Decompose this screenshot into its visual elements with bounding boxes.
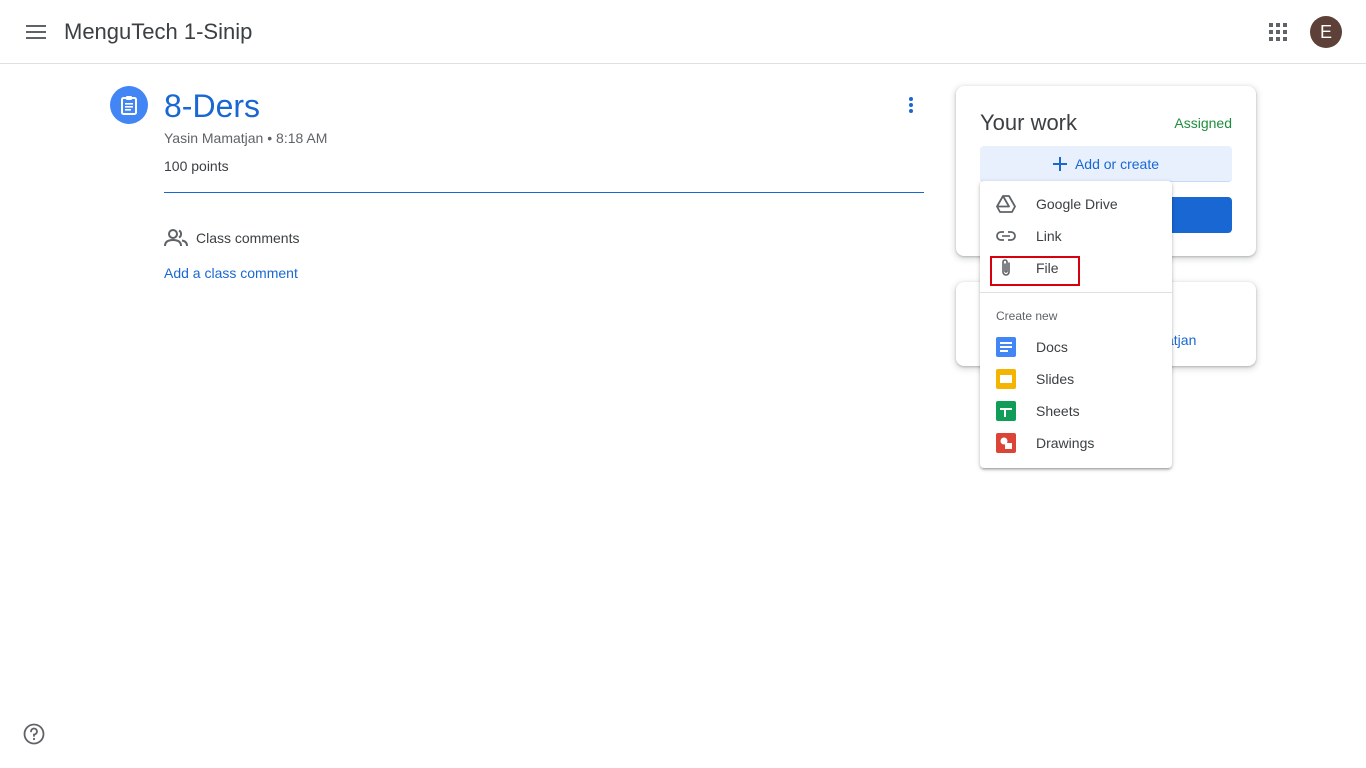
add-or-create-button[interactable]: Add or create <box>980 146 1232 182</box>
add-or-create-label: Add or create <box>1074 155 1160 172</box>
menu-item-label: Link <box>1036 228 1062 244</box>
google-drive-icon <box>996 194 1016 214</box>
add-or-create-menu: Google Drive Link File Create new Docs S… <box>980 181 1172 468</box>
link-icon <box>996 226 1016 246</box>
header-divider <box>164 192 924 193</box>
menu-item-sheets[interactable]: Sheets <box>980 395 1172 427</box>
your-work-title: Your work <box>980 110 1078 135</box>
more-options-button[interactable] <box>896 90 926 120</box>
author-name: Yasin Mamatjan <box>164 130 264 146</box>
plus-icon <box>1052 156 1067 171</box>
menu-item-label: Drawings <box>1036 435 1095 451</box>
class-comments-header: Class comments <box>164 228 299 248</box>
paperclip-icon <box>996 258 1016 278</box>
menu-item-label: Slides <box>1036 371 1075 387</box>
menu-item-link[interactable]: Link <box>980 220 1172 252</box>
assignment-points: 100 points <box>164 158 229 174</box>
work-status-badge: Assigned <box>1174 115 1232 131</box>
docs-icon <box>996 337 1016 357</box>
menu-item-label: Sheets <box>1036 403 1080 419</box>
apps-grid-icon <box>1269 23 1287 41</box>
menu-item-file[interactable]: File <box>980 252 1172 284</box>
menu-item-slides[interactable]: Slides <box>980 363 1172 395</box>
help-icon <box>23 723 45 745</box>
meta-separator: • <box>267 130 273 146</box>
menu-item-drawings[interactable]: Drawings <box>980 427 1172 459</box>
google-apps-button[interactable] <box>1258 12 1298 52</box>
assignment-meta: Yasin Mamatjan • 8:18 AM <box>164 130 327 146</box>
menu-item-label: File <box>1036 260 1059 276</box>
class-title[interactable]: MenguTech 1-Sinip <box>64 18 252 46</box>
menu-item-label: Google Drive <box>1036 196 1118 212</box>
more-vert-icon <box>909 97 913 113</box>
class-comments-label: Class comments <box>196 230 300 246</box>
assignment-icon <box>110 86 148 124</box>
post-time: 8:18 AM <box>276 130 328 146</box>
main-menu-button[interactable] <box>16 12 56 52</box>
people-icon <box>164 229 188 247</box>
menu-divider <box>980 292 1172 293</box>
create-new-label: Create new <box>996 309 1058 323</box>
menu-item-docs[interactable]: Docs <box>980 331 1172 363</box>
slides-icon <box>996 369 1016 389</box>
help-button[interactable] <box>22 722 46 746</box>
menu-item-label: Docs <box>1036 339 1068 355</box>
top-app-bar: MenguTech 1-Sinip E <box>0 0 1366 64</box>
hamburger-menu-icon <box>26 25 46 39</box>
drawings-icon <box>996 433 1016 453</box>
add-class-comment-link[interactable]: Add a class comment <box>164 265 298 281</box>
menu-item-google-drive[interactable]: Google Drive <box>980 188 1172 220</box>
account-avatar[interactable]: E <box>1310 16 1342 48</box>
sheets-icon <box>996 401 1016 421</box>
assignment-title: 8-Ders <box>164 88 261 124</box>
